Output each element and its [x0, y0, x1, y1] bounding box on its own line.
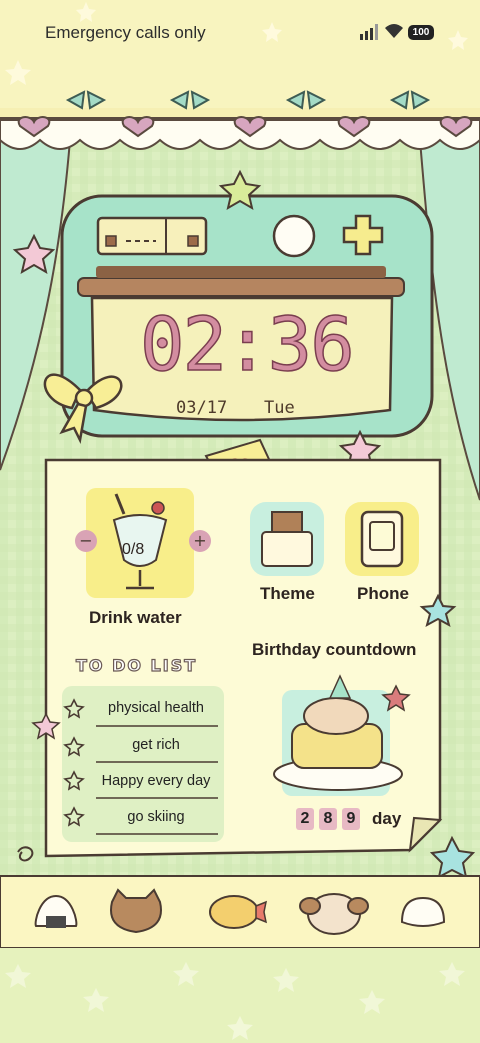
- clock-widget[interactable]: 02:36 03/17 Tue: [62, 196, 432, 436]
- clock-weekday: Tue: [264, 398, 295, 418]
- todo-item[interactable]: go skiing: [96, 809, 216, 825]
- countdown-digit: 2: [296, 808, 314, 830]
- water-minus-button[interactable]: −: [75, 530, 97, 552]
- todo-item[interactable]: Happy every day: [96, 773, 216, 789]
- cat-icon[interactable]: [104, 888, 168, 936]
- drink-water-label: Drink water: [89, 608, 182, 627]
- carrier-text: Emergency calls only: [45, 23, 206, 42]
- todo-item[interactable]: get rich: [96, 737, 216, 753]
- clock-time: 02:36: [139, 301, 355, 389]
- water-count: 0/8: [122, 541, 145, 558]
- countdown-unit: day: [372, 809, 402, 828]
- dumpling-icon[interactable]: [398, 892, 448, 934]
- birthday-title: Birthday countdown: [252, 640, 417, 659]
- phone-app-icon[interactable]: [345, 502, 419, 576]
- dock: [0, 878, 480, 948]
- countdown-digit: 8: [319, 808, 337, 830]
- drink-water-widget[interactable]: 0/8: [86, 488, 194, 598]
- countdown-digit: 9: [342, 808, 360, 830]
- battery-icon: 100: [408, 25, 434, 40]
- theme-app-label[interactable]: Theme: [260, 584, 315, 604]
- status-bar: Emergency calls only 100: [0, 0, 480, 64]
- puppy-icon[interactable]: [298, 888, 370, 936]
- phone-app-label[interactable]: Phone: [357, 584, 409, 604]
- cellular-signal-icon: [360, 24, 378, 40]
- birthday-cake-icon[interactable]: [282, 690, 390, 796]
- wifi-icon: [385, 24, 403, 38]
- onigiri-icon[interactable]: [32, 892, 80, 934]
- todo-item[interactable]: physical health: [96, 700, 216, 716]
- water-plus-button[interactable]: +: [189, 530, 211, 552]
- clock-date: 03/17: [176, 398, 228, 418]
- theme-app-icon[interactable]: [250, 502, 324, 576]
- todo-list[interactable]: physical health get rich Happy every day…: [62, 686, 224, 842]
- todo-title: TO DO LIST: [75, 655, 198, 675]
- fried-shrimp-icon[interactable]: [206, 892, 270, 932]
